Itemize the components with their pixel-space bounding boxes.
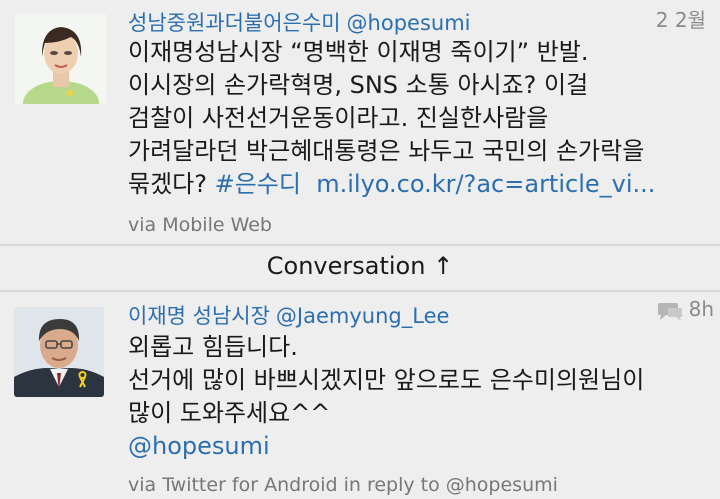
author-handle[interactable]: @Jaemyung_Lee xyxy=(276,304,450,328)
tweet-text-line: 많이 도와주세요^^ xyxy=(128,399,331,427)
tweet-header: 이재명 성남시장 @Jaemyung_Lee xyxy=(128,300,449,330)
tweet-header: 성남중원과더불어은수미 @hopesumi xyxy=(128,7,470,37)
tweet-source: via Twitter for Android in reply to @hop… xyxy=(128,474,558,496)
tweet-text: 이재명성남시장 “명백한 이재명 죽이기” 반발. 이시장의 손가락혁명, SN… xyxy=(128,36,713,201)
tweet-text-line: 가려달라던 박근혜대통령은 놔두고 국민의 손가락을 xyxy=(128,137,645,165)
author-handle[interactable]: @hopesumi xyxy=(347,11,471,35)
tweet-text-line: @hopesumi xyxy=(128,430,713,463)
author-name[interactable]: 성남중원과더불어은수미 xyxy=(128,11,341,35)
tweet-text: 외롭고 힘듭니다. 선거에 많이 바쁘시겠지만 앞으로도 은수미의원님이 많이 … xyxy=(128,331,713,463)
conversation-header[interactable]: Conversation ↑ xyxy=(0,252,720,280)
tweet-text-line: 이시장의 손가락혁명, SNS 소통 아시죠? 이걸 xyxy=(128,71,589,99)
divider xyxy=(0,244,720,246)
tweet-item[interactable]: 이재명 성남시장 @Jaemyung_Lee 8h 외롭고 힘듭니다. 선거에 많… xyxy=(0,292,720,499)
tweet-text-line: 검찰이 사전선거운동이라고. 진실한사람을 xyxy=(128,104,549,132)
tweet-text-line: 선거에 많이 바쁘시겠지만 앞으로도 은수미의원님이 xyxy=(128,366,645,394)
tweet-text-fragment: 묶겠다? xyxy=(128,170,215,198)
tweet-source: via Mobile Web xyxy=(128,214,272,236)
timestamp: 8h xyxy=(688,297,714,321)
article-link[interactable]: m.ilyo.co.kr/?ac=article_vi... xyxy=(316,170,655,198)
tweet-text-line: 묶겠다? #은수디 m.ilyo.co.kr/?ac=article_vi... xyxy=(128,168,713,201)
tweet-text-line: 외롭고 힘듭니다. xyxy=(128,333,298,361)
speech-bubble-reply-icon xyxy=(658,303,682,321)
hashtag-link[interactable]: #은수디 xyxy=(215,170,301,198)
author-name[interactable]: 이재명 성남시장 xyxy=(128,304,270,328)
timestamp: 2 2월 xyxy=(655,8,706,32)
avatar[interactable] xyxy=(15,13,106,104)
avatar[interactable] xyxy=(14,307,104,397)
mention-link[interactable]: @hopesumi xyxy=(128,432,270,460)
tweet-text-line: 이재명성남시장 “명백한 이재명 죽이기” 반발. xyxy=(128,38,589,66)
tweet-item[interactable]: 성남중원과더불어은수미 @hopesumi 2 2월 이재명성남시장 “명백한 이… xyxy=(0,0,720,244)
